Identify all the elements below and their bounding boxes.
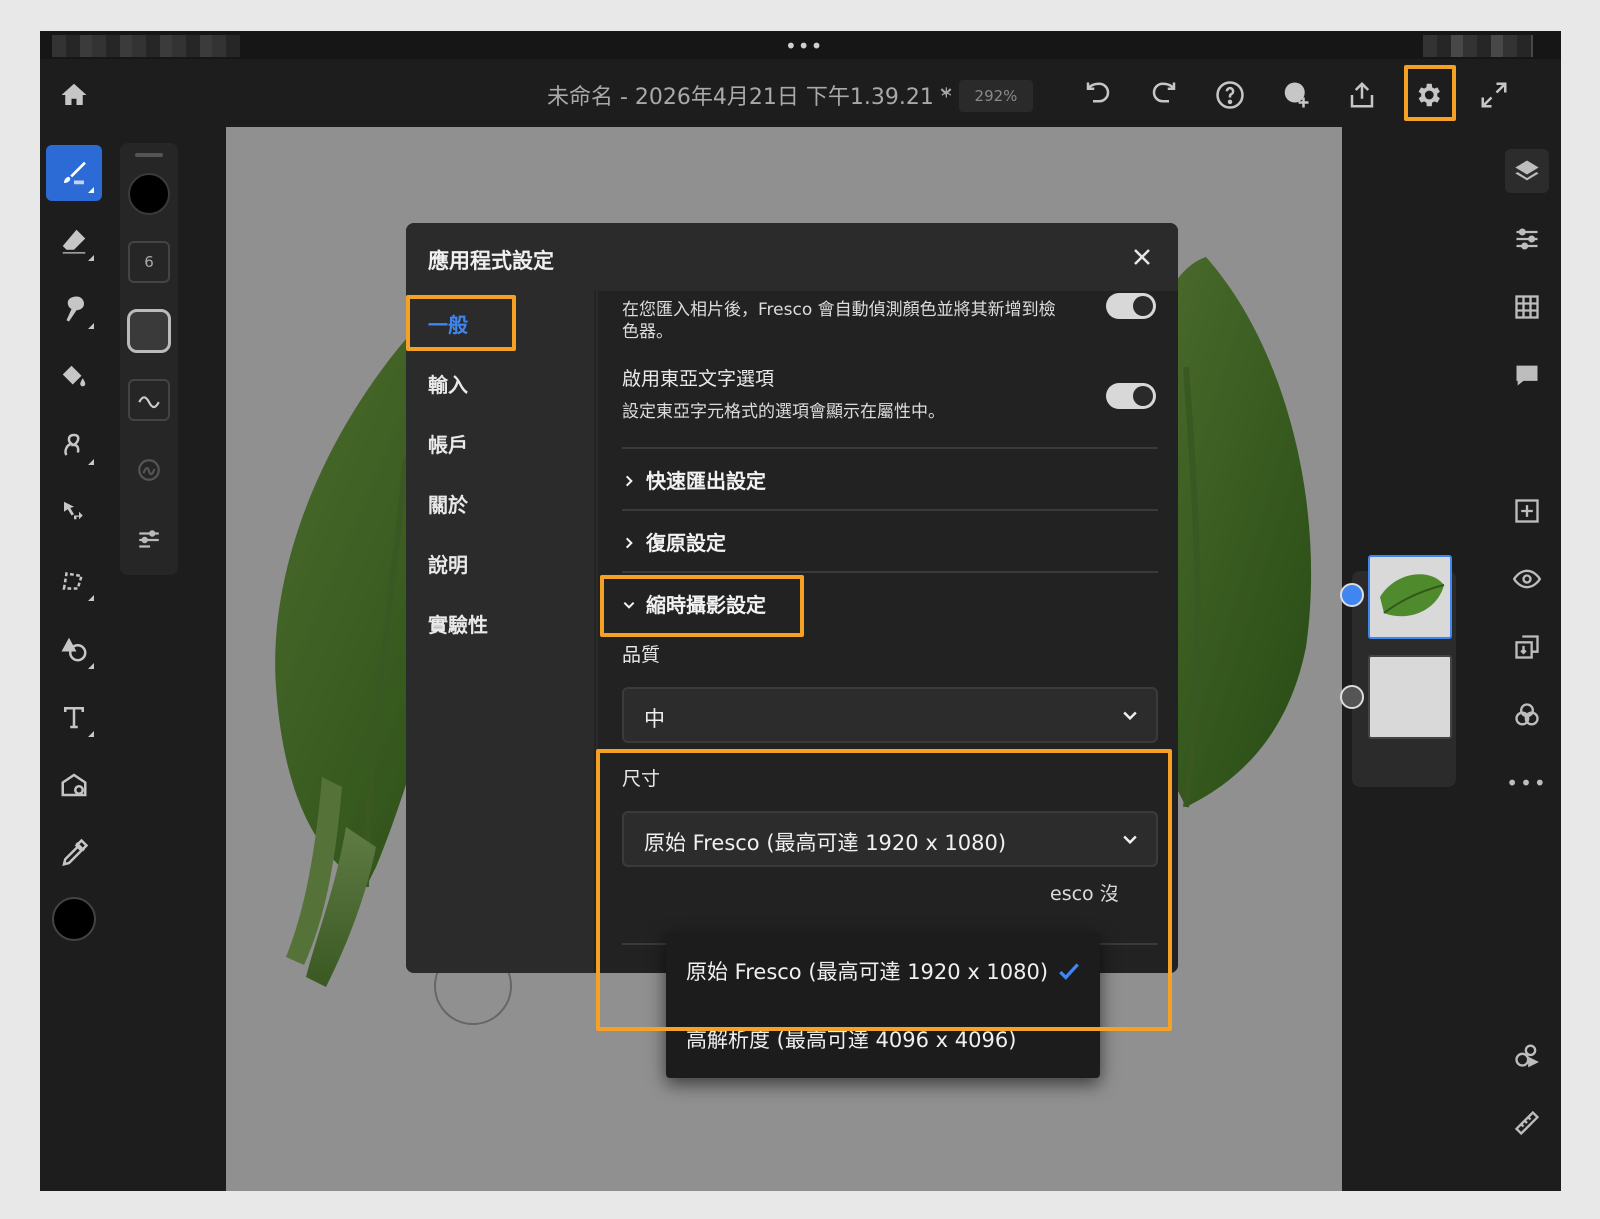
- ruler-icon[interactable]: [1505, 1101, 1549, 1145]
- restore-label: 復原設定: [646, 531, 726, 555]
- size-option-original[interactable]: 原始 Fresco (最高可達 1920 x 1080): [686, 956, 1048, 986]
- nav-item-general[interactable]: 一般: [428, 309, 468, 338]
- smudge-tool[interactable]: [46, 281, 102, 337]
- nav-item-experimental[interactable]: 實驗性: [428, 609, 488, 638]
- live-brush-icon[interactable]: [1505, 1033, 1549, 1077]
- dialog-title: 應用程式設定: [428, 249, 554, 273]
- fill-tool[interactable]: [46, 349, 102, 405]
- image-layer-icon: [1340, 583, 1364, 607]
- status-info-right: [1423, 35, 1533, 57]
- nav-item-account[interactable]: 帳戶: [428, 429, 468, 458]
- timelapse-label: 縮時攝影設定: [646, 593, 766, 617]
- smoothing-icon[interactable]: [128, 379, 170, 421]
- adjustments-icon[interactable]: [1505, 217, 1549, 261]
- status-info-left: [52, 35, 240, 57]
- restore-section[interactable]: 復原設定: [622, 527, 726, 556]
- help-icon[interactable]: [1210, 75, 1250, 115]
- lasso-tool[interactable]: [46, 417, 102, 473]
- undo-icon[interactable]: [1078, 75, 1118, 115]
- quick-export-section[interactable]: 快速匯出設定: [622, 465, 766, 494]
- quality-select[interactable]: 中: [622, 687, 1158, 743]
- image-layer-icon: [1340, 685, 1364, 709]
- grid-icon[interactable]: [1505, 285, 1549, 329]
- drag-handle[interactable]: [135, 153, 163, 157]
- settings-nav: 一般 輸入 帳戶 關於 說明 實驗性: [406, 291, 596, 973]
- dialog-header: 應用程式設定: [406, 223, 1178, 291]
- brush-tool[interactable]: [46, 145, 102, 201]
- size-option-high-res[interactable]: 高解析度 (最高可達 4096 x 4096): [686, 1024, 1016, 1054]
- quality-label: 品質: [622, 644, 661, 666]
- layer-thumb-background[interactable]: [1368, 655, 1452, 739]
- brush-color-preview[interactable]: [128, 173, 170, 215]
- chevron-down-icon[interactable]: [938, 83, 954, 103]
- photo-import-line1: 在您匯入相片後，Fresco 會自動偵測顏色並將其新增到檢: [622, 300, 1056, 320]
- right-toolbar: •••: [1493, 129, 1561, 1191]
- place-image-tool[interactable]: [46, 757, 102, 813]
- home-icon[interactable]: [54, 75, 94, 115]
- layer-thumb-leaf[interactable]: [1368, 555, 1452, 639]
- size-note-partial: esco 沒: [1050, 883, 1119, 905]
- timelapse-section[interactable]: 縮時攝影設定: [622, 589, 766, 618]
- nav-item-input[interactable]: 輸入: [428, 369, 468, 398]
- more-icon[interactable]: •••: [1505, 761, 1549, 805]
- nav-item-help[interactable]: 說明: [428, 549, 468, 578]
- selection-tool[interactable]: [46, 553, 102, 609]
- blend-mode-icon[interactable]: [1505, 693, 1549, 737]
- photo-import-desc: 在您匯入相片後，Fresco 會自動偵測顏色並將其新增到檢 色器。: [622, 299, 1082, 343]
- shape-tool[interactable]: [46, 621, 102, 677]
- east-asian-title: 啟用東亞文字選項: [622, 368, 775, 390]
- chevron-right-icon: [622, 534, 646, 555]
- text-tool[interactable]: [46, 689, 102, 745]
- redo-icon[interactable]: [1144, 75, 1184, 115]
- zoom-level[interactable]: 292%: [959, 80, 1033, 112]
- quality-value: 中: [644, 707, 665, 731]
- size-select[interactable]: 原始 Fresco (最高可達 1920 x 1080): [622, 811, 1158, 867]
- brush-settings-icon[interactable]: [128, 519, 170, 561]
- gear-icon[interactable]: [1408, 75, 1448, 115]
- size-dropdown-menu: 原始 Fresco (最高可達 1920 x 1080) 高解析度 (最高可達 …: [666, 932, 1100, 1078]
- photo-import-line2: 色器。: [622, 322, 673, 342]
- east-asian-desc: 設定東亞字元格式的選項會顯示在屬性中。: [622, 402, 945, 422]
- eraser-tool[interactable]: [46, 213, 102, 269]
- color-swatch[interactable]: [52, 897, 96, 941]
- east-asian-toggle[interactable]: [1106, 383, 1156, 409]
- share-icon[interactable]: [1342, 75, 1382, 115]
- eyedropper-tool[interactable]: [46, 825, 102, 881]
- left-toolbar: [40, 129, 108, 1191]
- multitask-dots[interactable]: •••: [785, 34, 823, 58]
- chevron-down-icon: [1120, 829, 1140, 853]
- photo-color-toggle[interactable]: [1106, 293, 1156, 319]
- brush-options-bar: 6: [120, 143, 178, 575]
- comment-icon[interactable]: [1505, 353, 1549, 397]
- invite-icon[interactable]: [1276, 75, 1316, 115]
- close-icon[interactable]: [1126, 241, 1158, 273]
- divider: [622, 571, 1158, 573]
- nav-item-about[interactable]: 關於: [428, 489, 468, 518]
- brush-opacity-swatch[interactable]: [127, 309, 171, 353]
- document-title[interactable]: 未命名 - 2026年4月21日 下午1.39.21 *: [547, 79, 952, 111]
- pressure-icon[interactable]: [128, 449, 170, 491]
- app-settings-dialog: 應用程式設定 一般 輸入 帳戶 關於 說明 實驗性 在您匯入相片後，Fresco…: [406, 223, 1178, 973]
- size-value: 原始 Fresco (最高可達 1920 x 1080): [644, 831, 1007, 855]
- fullscreen-icon[interactable]: [1474, 75, 1514, 115]
- settings-content: 在您匯入相片後，Fresco 會自動偵測顏色並將其新增到檢 色器。 啟用東亞文字…: [598, 291, 1178, 973]
- app-window: ••• 未命名 - 2026年4月21日 下午1.39.21 * 292% 6 …: [40, 31, 1561, 1191]
- size-label: 尺寸: [622, 768, 661, 790]
- divider: [622, 509, 1158, 511]
- status-bar: •••: [40, 31, 1561, 59]
- chevron-down-icon: [622, 596, 646, 617]
- chevron-right-icon: [622, 472, 646, 493]
- brush-size-field[interactable]: 6: [128, 241, 170, 283]
- chevron-down-icon: [1120, 705, 1140, 729]
- add-layer-icon[interactable]: [1505, 489, 1549, 533]
- layers-icon[interactable]: [1505, 149, 1549, 193]
- quick-export-label: 快速匯出設定: [646, 469, 766, 493]
- visibility-icon[interactable]: [1505, 557, 1549, 601]
- checkmark-icon: [1056, 958, 1082, 988]
- nav-active-indicator: [406, 301, 410, 349]
- transform-tool[interactable]: [46, 485, 102, 541]
- divider: [622, 447, 1158, 449]
- merge-down-icon[interactable]: [1505, 625, 1549, 669]
